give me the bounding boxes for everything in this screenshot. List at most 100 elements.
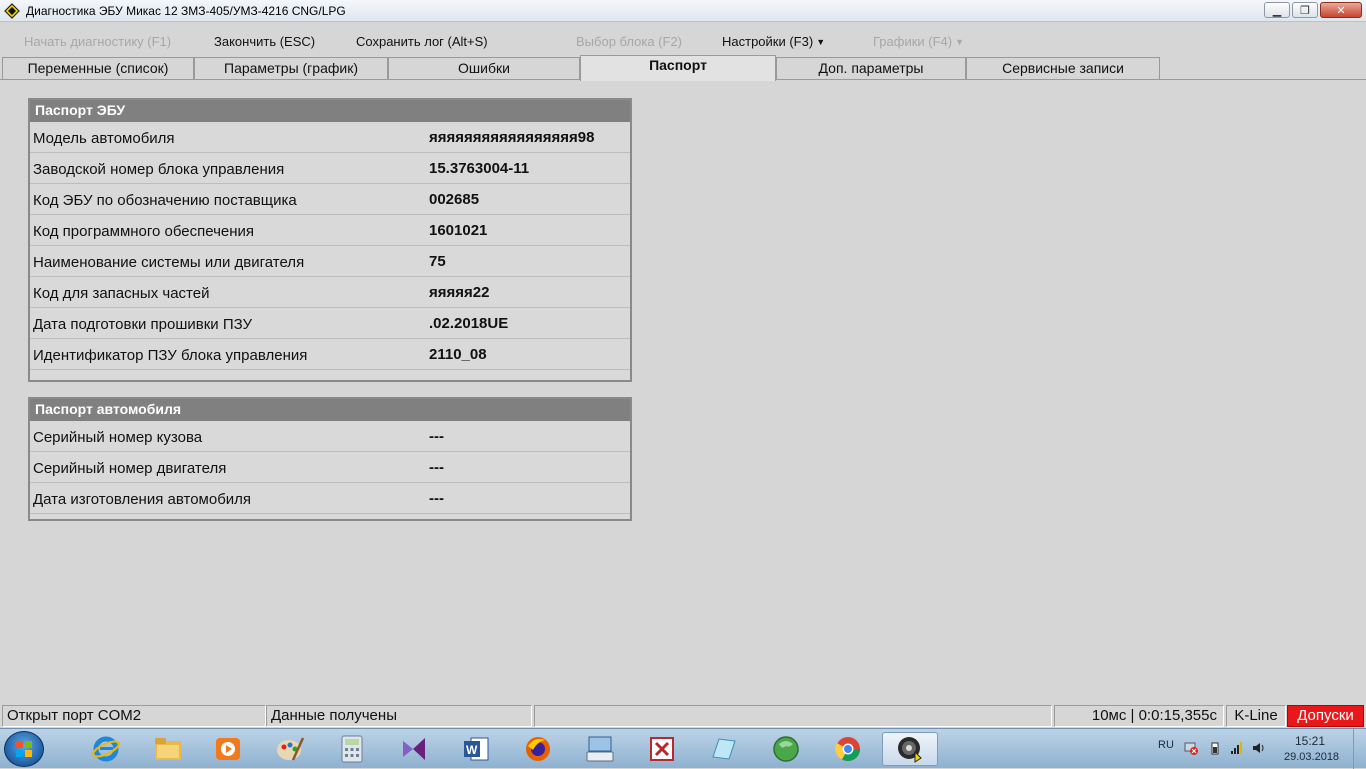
tab-parameters-graph[interactable]: Параметры (график) — [194, 57, 388, 79]
title-bar: Диагностика ЭБУ Микас 12 ЗМЗ-405/УМЗ-421… — [0, 0, 1366, 22]
close-icon: ✕ — [1336, 4, 1346, 17]
row-value: 1601021 — [429, 222, 488, 239]
tab-strip: Переменные (список) Параметры (график) О… — [0, 55, 1366, 81]
taskbar-paint[interactable] — [262, 732, 318, 766]
start-diagnostics-button[interactable]: Начать диагностику (F1) — [24, 34, 171, 49]
taskbar-diagnostics-app[interactable] — [882, 732, 938, 766]
row-label: Код программного обеспечения — [33, 223, 255, 240]
row-value: 15.3763004-11 — [429, 160, 530, 177]
save-log-button[interactable]: Сохранить лог (Alt+S) — [356, 34, 488, 49]
firefox-icon — [526, 737, 550, 761]
graphs-menu[interactable]: Графики (F4) ▼ — [873, 34, 964, 49]
passport-row: Код для запасных частей яяяяя22 — [30, 277, 630, 308]
keyboard-icon — [586, 736, 614, 762]
tab-service-records[interactable]: Сервисные записи — [966, 57, 1160, 79]
minimize-icon: ▁ — [1272, 4, 1282, 17]
caret-down-icon: ▼ — [955, 37, 965, 47]
taskbar-chrome[interactable] — [820, 732, 876, 766]
ecu-passport-title: Паспорт ЭБУ — [30, 100, 630, 122]
row-label: Заводской номер блока управления — [33, 161, 285, 178]
row-value: --- — [429, 459, 444, 476]
row-value: --- — [429, 490, 444, 507]
finish-button[interactable]: Закончить (ESC) — [214, 34, 315, 49]
row-label: Код ЭБУ по обозначению поставщика — [33, 192, 297, 209]
row-label: Наименование системы или двигателя — [33, 254, 305, 271]
network-error-icon[interactable] — [1184, 741, 1198, 755]
app-logo-icon — [4, 3, 20, 19]
show-desktop-button[interactable] — [1353, 729, 1366, 769]
row-value: 75 — [429, 253, 446, 270]
windows-logo-icon — [16, 741, 32, 757]
taskbar-pdf-reader[interactable] — [634, 732, 690, 766]
window-title: Диагностика ЭБУ Микас 12 ЗМЗ-405/УМЗ-421… — [26, 4, 346, 18]
row-value: 002685 — [429, 191, 480, 208]
taskbar-internet-explorer[interactable] — [78, 732, 134, 766]
passport-row: Серийный номер двигателя --- — [30, 452, 630, 483]
taskbar-calculator[interactable] — [324, 732, 380, 766]
taskbar-globe-app[interactable] — [758, 732, 814, 766]
toolbar: Начать диагностику (F1) Закончить (ESC) … — [0, 30, 1366, 54]
tab-errors[interactable]: Ошибки — [388, 57, 580, 79]
internet-explorer-icon — [92, 736, 120, 762]
tab-extra-parameters[interactable]: Доп. параметры — [776, 57, 966, 79]
passport-row: Заводской номер блока управления 15.37630… — [30, 153, 630, 184]
vehicle-passport-panel: Паспорт автомобиля Серийный номер кузова… — [28, 397, 632, 521]
passport-row: Дата изготовления автомобиля --- — [30, 483, 630, 514]
passport-row: Идентификатор ПЗУ блока управления 2110_0… — [30, 339, 630, 370]
paint-icon — [277, 737, 305, 761]
status-empty — [534, 705, 1052, 727]
pdf-reader-icon — [650, 737, 674, 761]
tolerances-alert[interactable]: Допуски — [1287, 705, 1364, 727]
select-block-button[interactable]: Выбор блока (F2) — [576, 34, 682, 49]
clock-time[interactable]: 15:21 — [1295, 734, 1325, 748]
passport-row: Модель автомобиля яяяяяяяяяяяяяяяяя98 — [30, 122, 630, 153]
taskbar-keyboard[interactable] — [572, 732, 628, 766]
taskbar-word[interactable]: W — [448, 732, 504, 766]
tab-passport[interactable]: Паспорт — [580, 55, 776, 81]
row-label: Модель автомобиля — [33, 130, 175, 147]
status-bar: Открыт порт COM2 Данные получены 10мс | … — [0, 704, 1366, 728]
graphs-label: Графики (F4) — [873, 34, 953, 49]
row-label: Код для запасных частей — [33, 285, 210, 302]
vehicle-passport-title: Паспорт автомобиля — [30, 399, 630, 421]
volume-icon[interactable] — [1252, 741, 1266, 755]
passport-row: Серийный номер кузова --- — [30, 421, 630, 452]
passport-row: Наименование системы или двигателя 75 — [30, 246, 630, 277]
media-player-icon — [216, 738, 240, 760]
notepad-icon — [712, 738, 736, 760]
taskbar: W RU 15:21 29.03.2018 — [0, 728, 1366, 769]
settings-label: Настройки (F3) — [722, 34, 814, 49]
maximize-button[interactable]: ❐ — [1292, 2, 1318, 18]
passport-row: Код ЭБУ по обозначению поставщика 002685 — [30, 184, 630, 215]
row-value: --- — [429, 428, 444, 445]
taskbar-notepad[interactable] — [696, 732, 752, 766]
clock-date[interactable]: 29.03.2018 — [1284, 751, 1339, 763]
protocol-status: K-Line — [1226, 705, 1286, 727]
row-value: яяяяяяяяяяяяяяяяя98 — [429, 129, 595, 146]
passport-row: Код программного обеспечения 1601021 — [30, 215, 630, 246]
row-label: Дата подготовки прошивки ПЗУ — [33, 316, 253, 333]
row-label: Дата изготовления автомобиля — [33, 491, 252, 508]
taskbar-visual-studio[interactable] — [386, 732, 442, 766]
calculator-icon — [341, 735, 363, 763]
settings-menu[interactable]: Настройки (F3) ▼ — [722, 34, 825, 49]
row-value: яяяяя22 — [429, 284, 490, 301]
tab-variables-list[interactable]: Переменные (список) — [2, 57, 194, 79]
row-label: Серийный номер двигателя — [33, 460, 227, 477]
diagnostics-app-icon — [898, 737, 922, 763]
start-button[interactable] — [4, 731, 44, 767]
signal-icon[interactable] — [1230, 741, 1244, 755]
row-label: Идентификатор ПЗУ блока управления — [33, 347, 308, 364]
port-status: Открыт порт COM2 — [2, 705, 266, 727]
taskbar-firefox[interactable] — [510, 732, 566, 766]
language-indicator[interactable]: RU — [1158, 739, 1174, 751]
caret-down-icon: ▼ — [816, 37, 826, 47]
taskbar-file-explorer[interactable] — [140, 732, 196, 766]
row-value: 2110_08 — [429, 346, 487, 363]
battery-icon[interactable] — [1208, 741, 1222, 755]
minimize-button[interactable]: ▁ — [1264, 2, 1290, 18]
restore-icon: ❐ — [1300, 4, 1310, 17]
close-button[interactable]: ✕ — [1320, 2, 1362, 18]
taskbar-media-player[interactable] — [200, 732, 256, 766]
word-icon: W — [464, 737, 489, 761]
